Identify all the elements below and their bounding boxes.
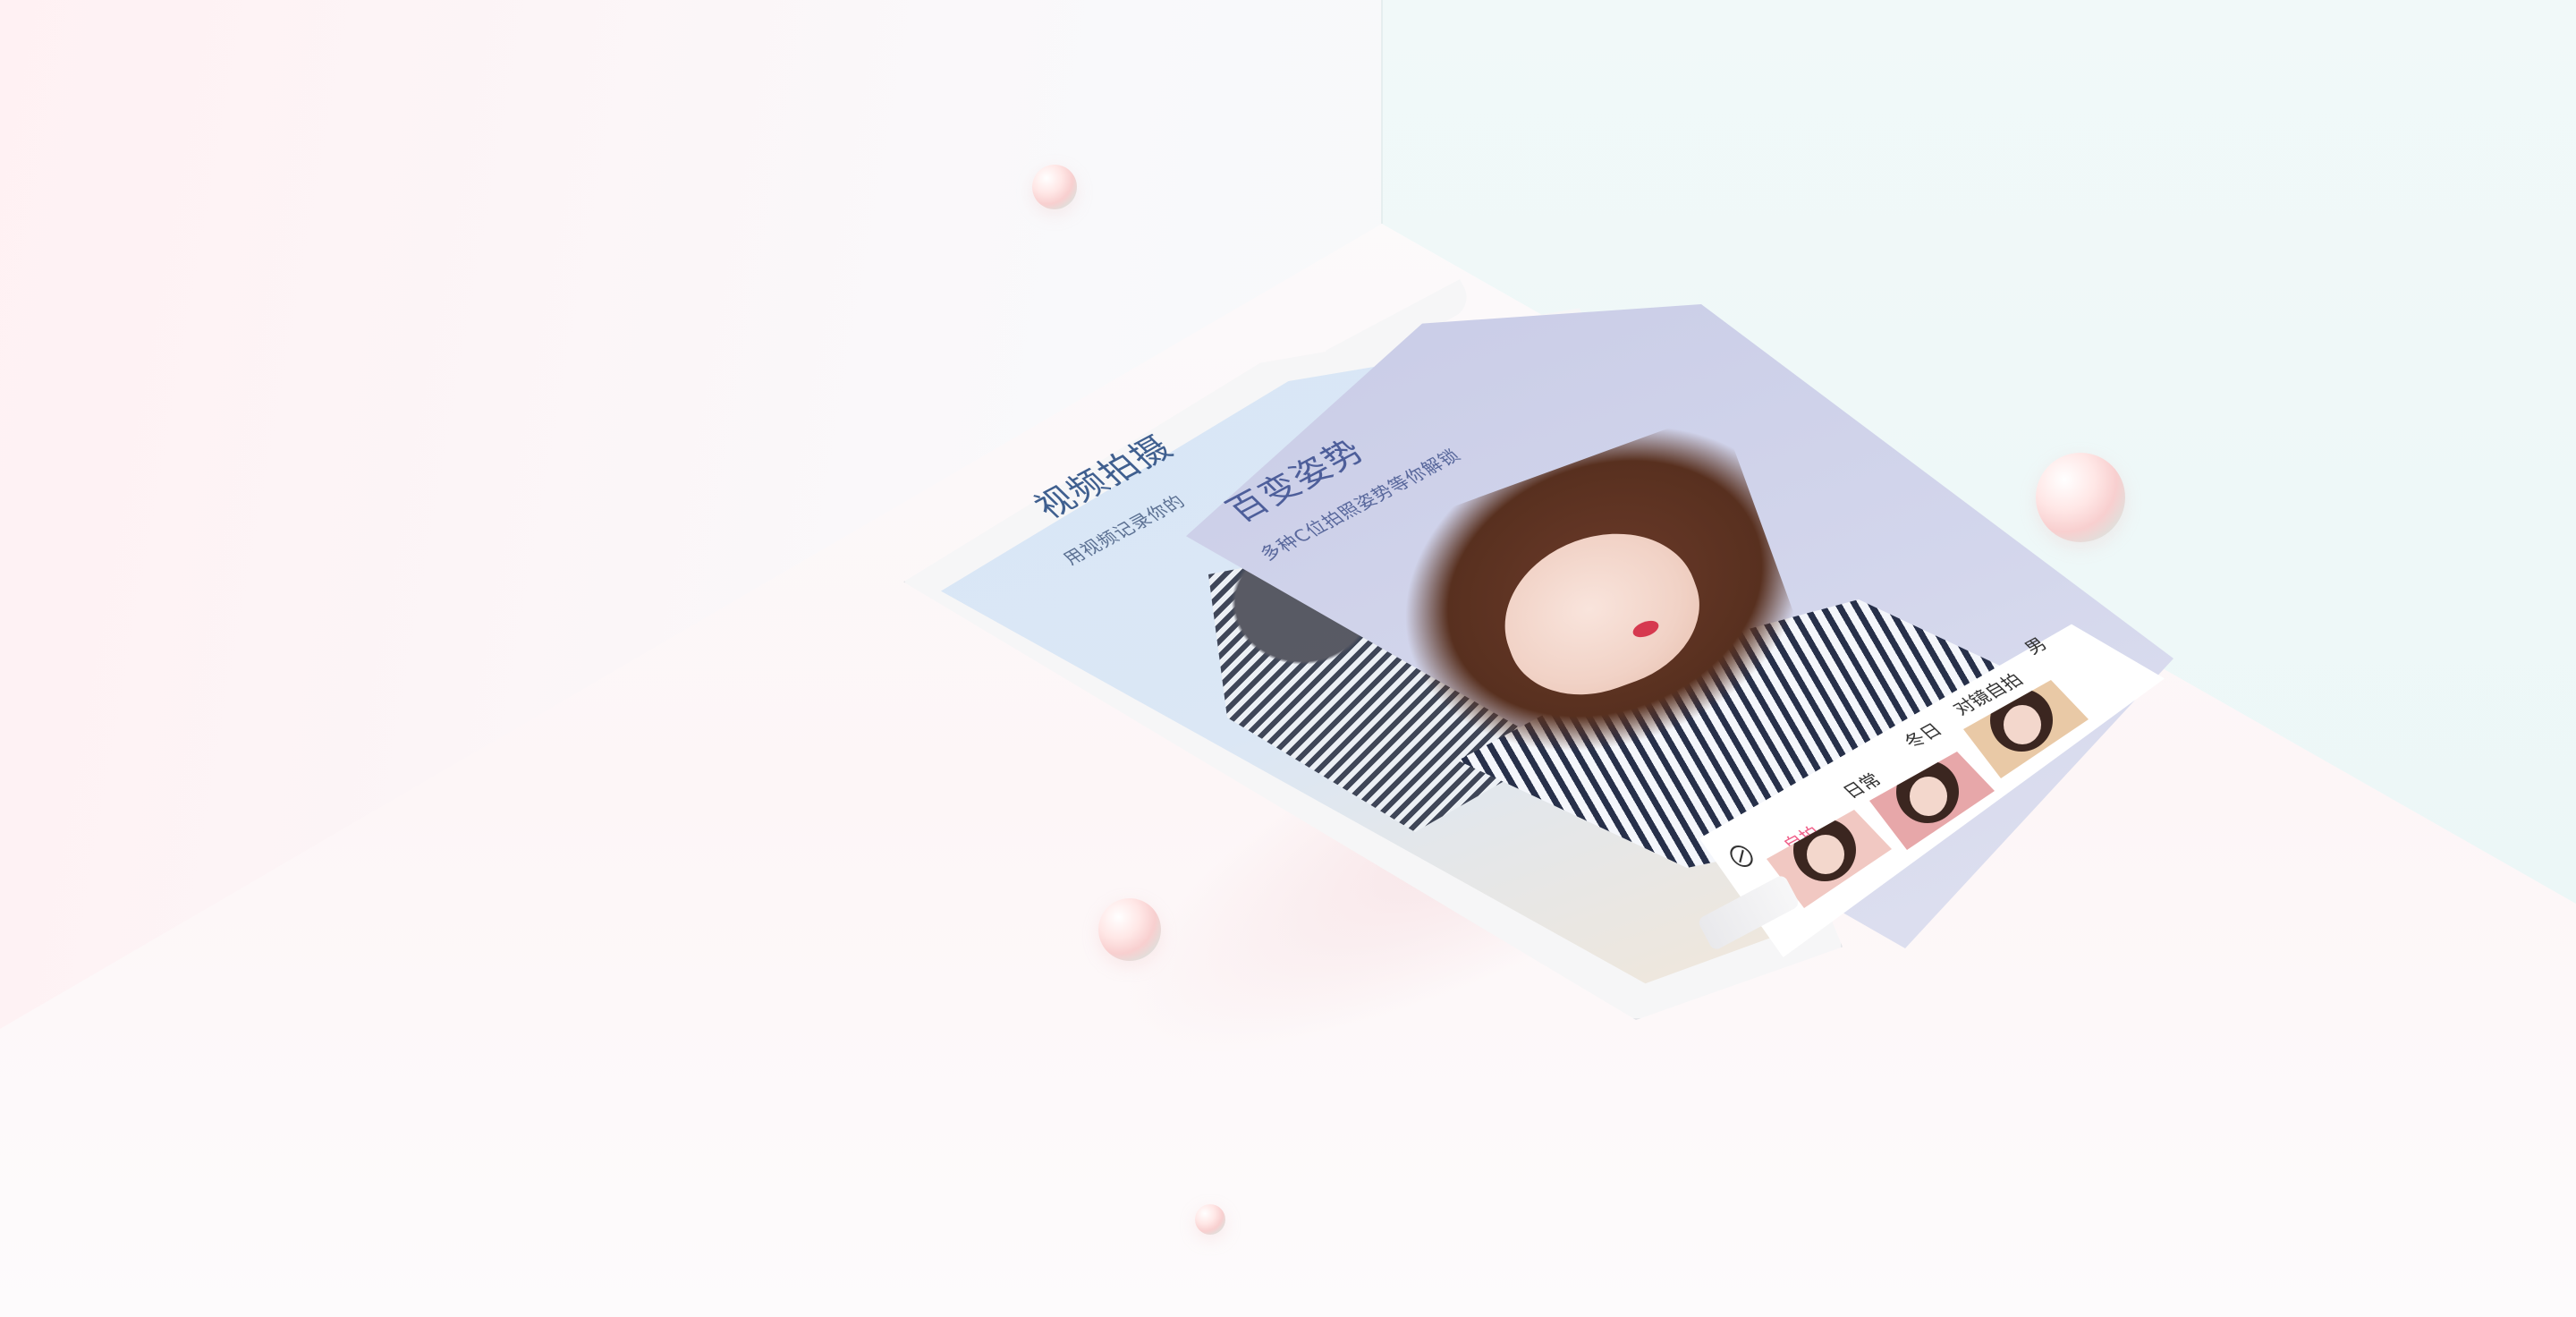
thumbnail-face bbox=[2004, 705, 2041, 744]
thumbnail-face bbox=[1807, 835, 1844, 874]
thumbnail-face bbox=[1910, 777, 1947, 816]
bubble-decoration bbox=[1195, 1204, 1225, 1235]
